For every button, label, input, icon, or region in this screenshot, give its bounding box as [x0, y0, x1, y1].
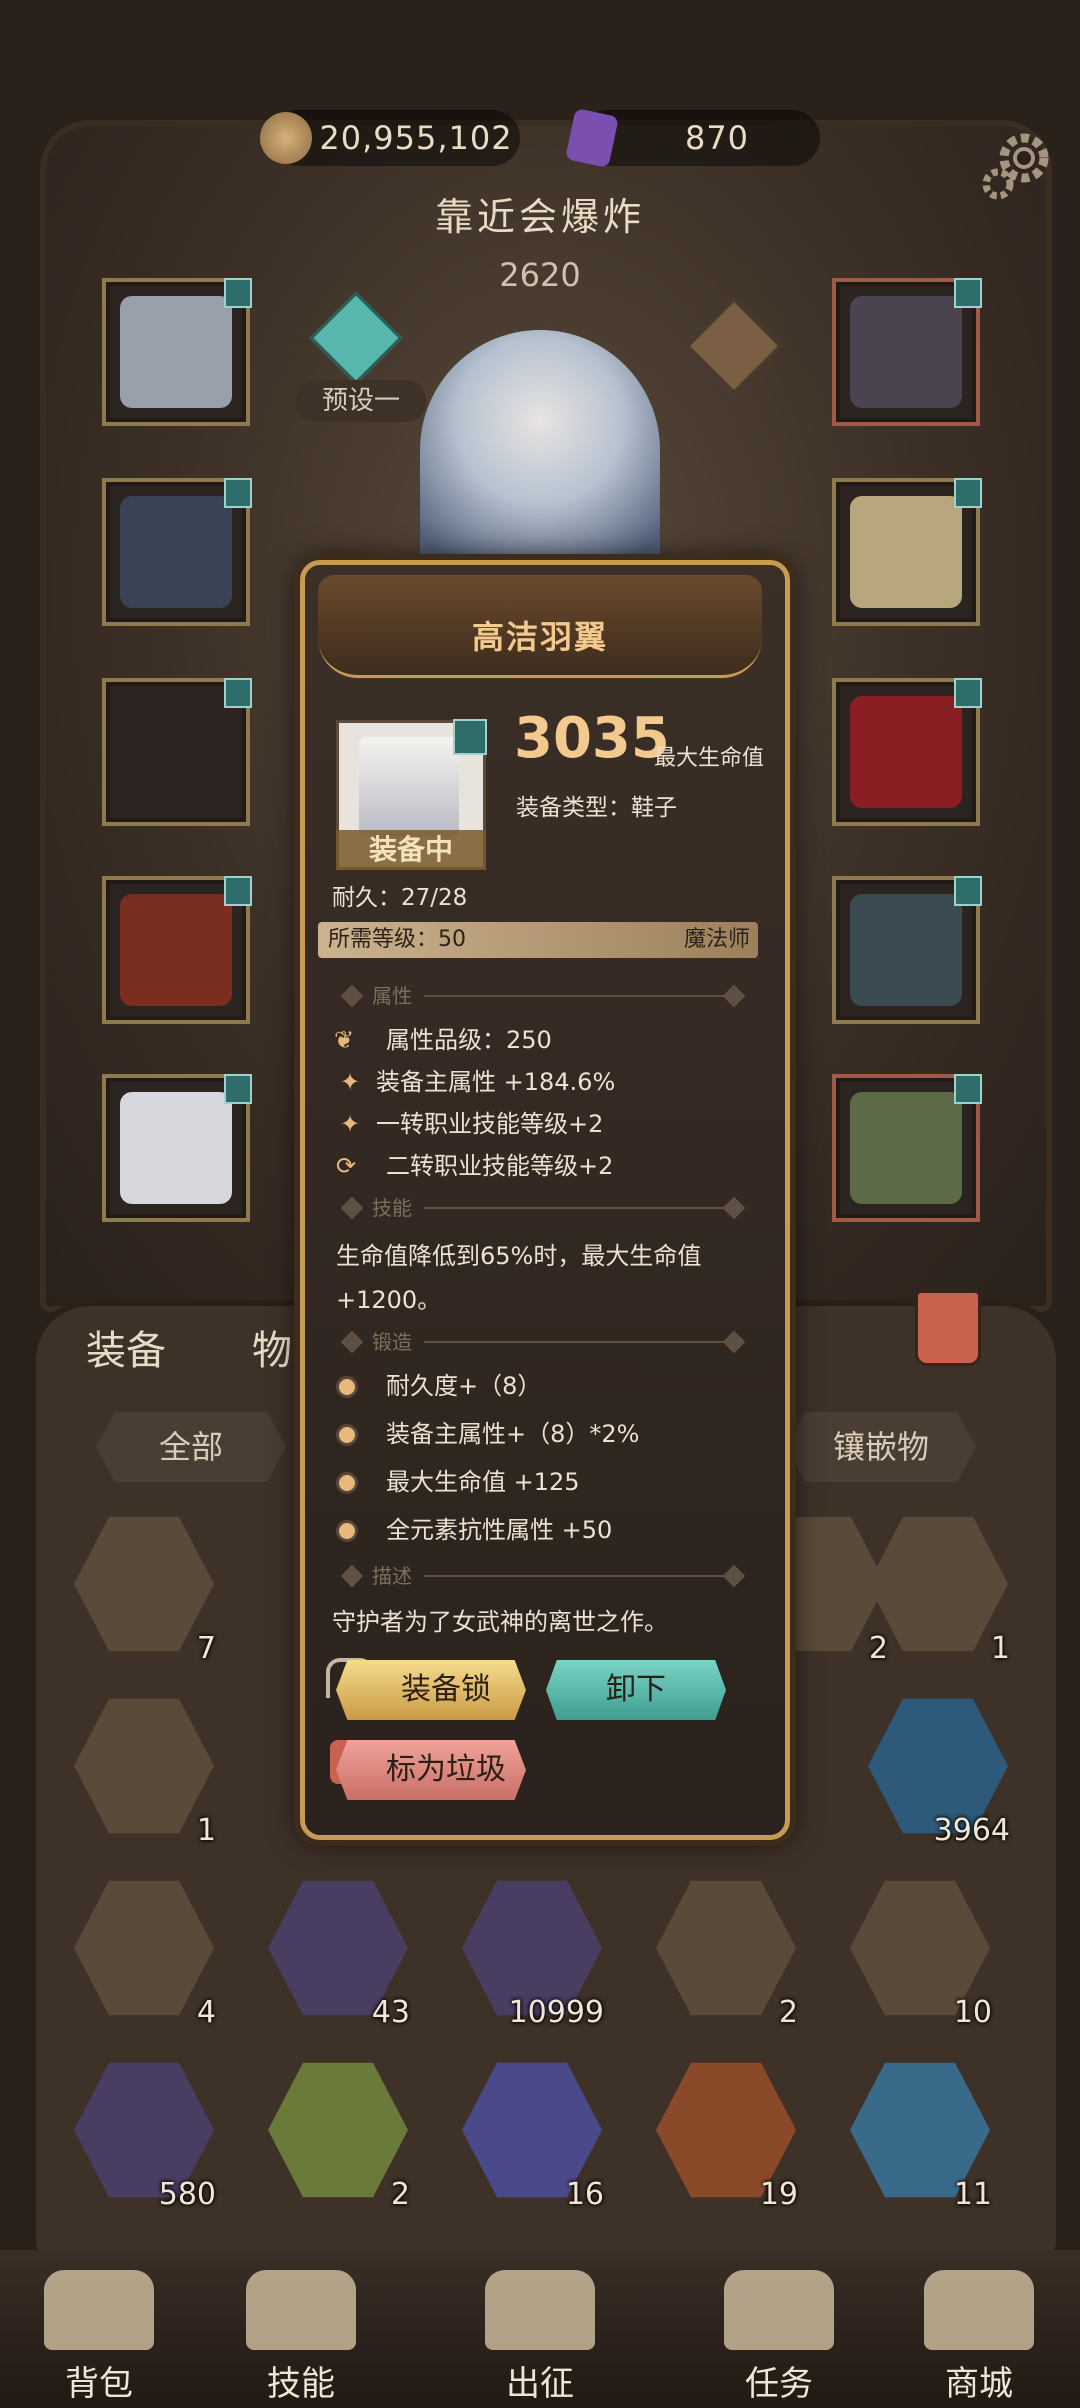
settings-gear-icon[interactable] — [978, 126, 1058, 206]
lock-tag-icon — [954, 876, 982, 906]
section-attributes: 属性 — [334, 980, 748, 1012]
item-name: 高洁羽翼 — [471, 618, 608, 656]
equip-slot-boots[interactable] — [102, 1074, 252, 1222]
lock-tag-icon — [224, 278, 252, 308]
inventory-item[interactable]: 3964 — [862, 1690, 1014, 1848]
lock-tag-icon — [954, 278, 982, 308]
purple-gem-icon — [565, 107, 619, 169]
forge-row: 耐久度+（8） — [334, 1366, 764, 1406]
hero-score: 2620 — [499, 256, 581, 294]
inventory-item[interactable]: 11 — [844, 2054, 996, 2212]
equip-slot-necklace[interactable] — [832, 278, 982, 426]
tab-equipment[interactable]: 装备 — [86, 1318, 166, 1376]
equip-slot-book[interactable] — [832, 1074, 982, 1222]
attribute-row: ✦ 一转职业技能等级+2 — [334, 1104, 764, 1144]
inventory-item[interactable]: 580 — [68, 2054, 220, 2212]
cycle-icon: ⟳ — [336, 1152, 357, 1180]
lock-tag-icon — [954, 678, 982, 708]
hero-title: 靠近会爆炸 — [434, 195, 645, 239]
equip-slot-gloves[interactable] — [832, 478, 982, 626]
hero-portrait — [420, 330, 660, 590]
inventory-item[interactable]: 7 — [68, 1508, 220, 1666]
skill-book-icon — [246, 2270, 356, 2350]
inventory-item[interactable]: 16 — [456, 2054, 608, 2212]
equip-slot-cape[interactable] — [102, 876, 252, 1024]
attribute-row: ❦ 属性品级：250 — [334, 1020, 764, 1060]
gold-amount: 20,955,102 — [319, 119, 513, 157]
lock-tag-icon — [954, 478, 982, 508]
quality-icon: ❦ — [334, 1026, 355, 1054]
inventory-item[interactable]: 2 — [650, 1872, 802, 2030]
forge-row: 最大生命值 +125 — [334, 1462, 764, 1502]
item-type: 装备类型：鞋子 — [516, 795, 677, 821]
equip-slot-staff[interactable] — [832, 876, 982, 1024]
forge-row: 全元素抗性属性 +50 — [334, 1510, 764, 1550]
equip-lock-button[interactable]: 装备锁 — [336, 1660, 526, 1720]
skill-text-line2: +1200。 — [336, 1286, 442, 1314]
crown-shop-icon — [924, 2270, 1034, 2350]
filter-all[interactable]: 全部 — [96, 1412, 286, 1482]
sparkle-icon: ✦ — [340, 1110, 361, 1138]
equip-slot-empty[interactable] — [102, 678, 252, 826]
nav-quests[interactable]: 任务 — [704, 2270, 854, 2404]
inventory-item[interactable]: 43 — [262, 1872, 414, 2030]
item-durability: 耐久：27/28 — [332, 885, 468, 911]
item-power: 3035 — [514, 706, 670, 771]
forge-row: 装备主属性+（8）*2% — [334, 1414, 764, 1454]
attribute-row: ⟳ 二转职业技能等级+2 — [334, 1146, 764, 1186]
class-name: 魔法师 — [683, 927, 750, 952]
nav-expedition[interactable]: 出征 — [465, 2270, 615, 2404]
required-level: 所需等级：50 — [328, 927, 466, 952]
section-skill: 技能 — [334, 1192, 748, 1224]
equip-slot-helmet-red[interactable] — [832, 678, 982, 826]
equip-slot-armor[interactable] — [102, 478, 252, 626]
lock-tag-icon — [224, 876, 252, 906]
lock-tag-icon — [224, 478, 252, 508]
lock-tag-icon — [954, 1074, 982, 1104]
inventory-item[interactable]: 2 — [262, 2054, 414, 2212]
inventory-item[interactable]: 1 — [862, 1508, 1014, 1666]
mark-as-trash-button[interactable]: 标为垃圾 — [336, 1740, 526, 1800]
sword-banner-icon — [485, 2270, 595, 2350]
inventory-item[interactable]: 1 — [68, 1690, 220, 1848]
sparkle-icon: ✦ — [340, 1068, 361, 1096]
scroll-icon — [724, 2270, 834, 2350]
bag-icon — [44, 2270, 154, 2350]
attribute-row: ✦ 装备主属性 +184.6% — [334, 1062, 764, 1102]
inventory-item[interactable]: 10 — [844, 1872, 996, 2030]
gold-counter: 20,955,102 — [260, 110, 520, 166]
section-description: 描述 — [334, 1560, 748, 1592]
nav-bag[interactable]: 背包 — [24, 2270, 174, 2404]
equip-slot-helmet[interactable] — [102, 278, 252, 426]
unequip-button[interactable]: 卸下 — [546, 1660, 726, 1720]
gem-counter: 870 — [565, 107, 820, 169]
item-description: 守护者为了女武神的离世之作。 — [332, 1608, 668, 1636]
gem-amount: 870 — [684, 119, 750, 157]
inventory-item[interactable]: 10999 — [456, 1872, 608, 2030]
equipped-badge: 装备中 — [336, 830, 486, 870]
nav-skills[interactable]: 技能 — [226, 2270, 376, 2404]
filter-gems[interactable]: 镶嵌物 — [786, 1412, 976, 1482]
lock-tag-icon — [224, 678, 252, 708]
item-power-label: 最大生命值 — [654, 746, 765, 771]
gold-coin-icon — [260, 112, 312, 164]
lock-tag-icon — [453, 719, 487, 755]
section-forge: 锻造 — [334, 1326, 748, 1358]
skill-text-line1: 生命值降低到65%时，最大生命值 — [336, 1242, 702, 1270]
nav-shop[interactable]: 商城 — [904, 2270, 1054, 2404]
inventory-item[interactable]: 4 — [68, 1872, 220, 2030]
preset-button[interactable]: 预设一 — [296, 380, 426, 422]
inventory-item[interactable]: 19 — [650, 2054, 802, 2212]
trash-can-icon[interactable] — [915, 1290, 981, 1366]
lock-tag-icon — [224, 1074, 252, 1104]
